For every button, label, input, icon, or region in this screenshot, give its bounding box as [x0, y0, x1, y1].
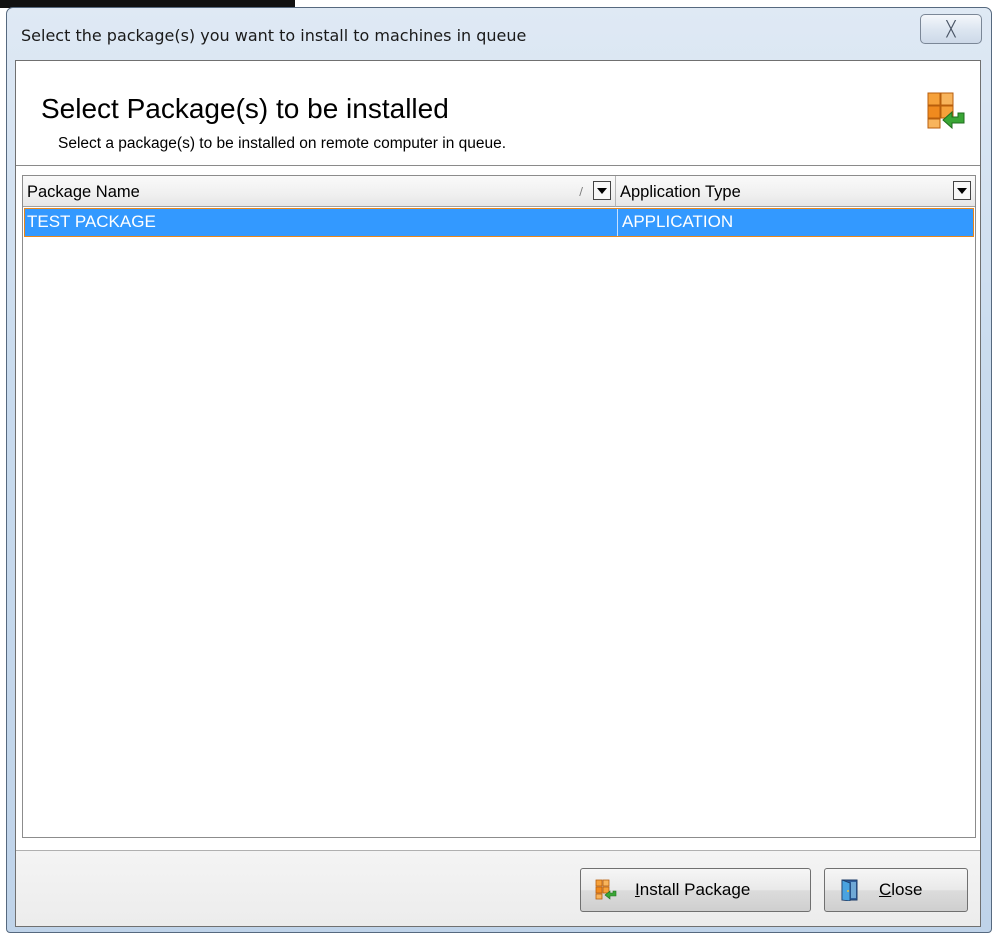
close-button[interactable]: Close — [824, 868, 968, 912]
header-title: Select Package(s) to be installed — [41, 93, 449, 124]
window-title: Select the package(s) you want to instal… — [21, 26, 527, 45]
select-package-dialog: Select the package(s) you want to instal… — [6, 7, 992, 933]
install-package-icon — [595, 879, 617, 900]
window-close-button[interactable]: ╳ — [920, 14, 982, 44]
close-icon: ╳ — [946, 20, 956, 38]
cell-divider — [617, 209, 618, 236]
title-bar[interactable]: Select the package(s) you want to instal… — [7, 8, 991, 60]
sort-ascending-icon: ∕ — [579, 185, 583, 198]
column-filter-dropdown-button[interactable] — [593, 181, 611, 200]
package-name-cell: TEST PACKAGE — [27, 212, 156, 231]
dialog-client-area: Select Package(s) to be installed Select… — [15, 60, 981, 927]
exit-door-icon — [841, 879, 858, 901]
button-bar: Install Package Close — [16, 850, 980, 926]
package-grid[interactable]: Package Name ∕ Application Type TEST PAC… — [22, 175, 976, 838]
column-label: Application Type — [620, 183, 741, 201]
column-header-package-name[interactable]: Package Name ∕ — [23, 176, 616, 207]
header-subtitle: Select a package(s) to be installed on r… — [58, 135, 507, 152]
close-label: Close — [879, 880, 923, 899]
table-row[interactable]: TEST PACKAGE APPLICATION — [24, 208, 974, 237]
install-package-label: Install Package — [635, 880, 751, 899]
install-package-button[interactable]: Install Package — [580, 868, 811, 912]
application-type-cell: APPLICATION — [622, 212, 734, 231]
column-header-application-type[interactable]: Application Type — [616, 176, 975, 207]
header-panel: Select Package(s) to be installed Select… — [16, 61, 980, 166]
column-filter-dropdown-button[interactable] — [953, 181, 971, 200]
column-label: Package Name — [27, 183, 140, 201]
package-install-icon — [927, 92, 965, 130]
